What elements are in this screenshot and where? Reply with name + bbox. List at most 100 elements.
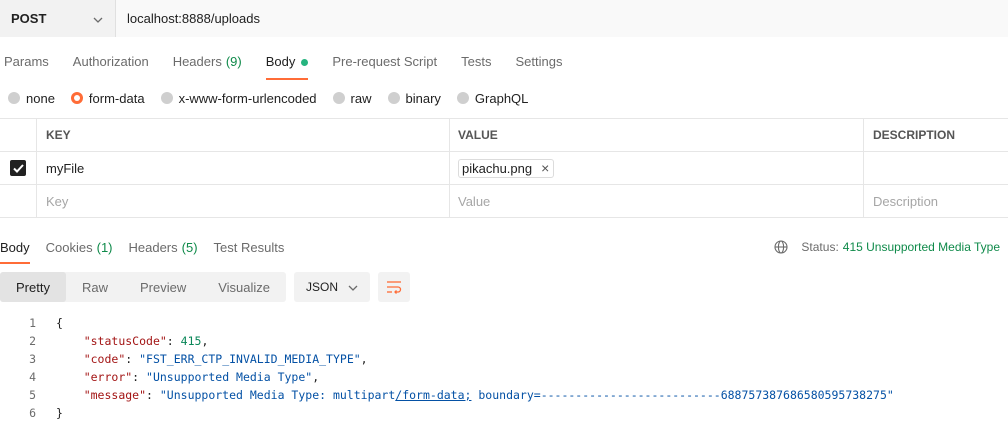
status-value[interactable]: 415 Unsupported Media Type [843, 240, 1000, 254]
line-content: "statusCode": 415, [83, 334, 209, 348]
tab-settings[interactable]: Settings [511, 50, 566, 80]
response-tabs: Body Cookies (1) Headers (5) Test Results [0, 236, 300, 264]
row-enabled-checkbox[interactable] [10, 160, 26, 176]
line-content: "code": "FST_ERR_CTP_INVALID_MEDIA_TYPE"… [83, 352, 368, 366]
radio-circle-checked [70, 92, 83, 104]
line-number: 2 [29, 334, 36, 348]
radio-label: GraphQL [474, 90, 529, 106]
row-key-field[interactable]: myFile [37, 152, 450, 184]
format-label: JSON [306, 280, 339, 294]
headers-count: (9) [225, 54, 242, 69]
form-data-table: KEY VALUE DESCRIPTION myFile pikachu.png… [0, 118, 1008, 218]
response-tab-test-results[interactable]: Test Results [214, 236, 285, 264]
code-line: 5 "message": "Unsupported Media Type: mu… [0, 386, 1008, 404]
tab-body[interactable]: Body [262, 50, 313, 80]
chevron-down-icon [93, 11, 103, 26]
globe-icon[interactable] [774, 240, 788, 254]
view-pretty-button[interactable]: Pretty [0, 272, 66, 302]
checkmark-icon [12, 163, 24, 173]
row-checkbox-cell [0, 152, 37, 184]
json-string: "FST_ERR_CTP_INVALID_MEDIA_TYPE" [139, 352, 361, 366]
radio-form-data[interactable]: form-data [70, 90, 145, 106]
response-tab-cookies[interactable]: Cookies (1) [46, 236, 113, 264]
tab-label: Authorization [72, 54, 149, 69]
tab-label: Test Results [213, 240, 285, 255]
close-icon[interactable]: × [541, 161, 549, 175]
tab-label: Settings [515, 54, 563, 69]
url-input[interactable]: localhost:8888/uploads [116, 0, 1008, 37]
headers-count: (5) [181, 240, 198, 255]
json-link[interactable]: /form-data; [395, 388, 471, 402]
header-description: DESCRIPTION [873, 128, 956, 142]
line-content: } [56, 406, 63, 420]
radio-raw[interactable]: raw [332, 91, 372, 106]
row-description-field[interactable] [864, 152, 1008, 184]
tab-tests[interactable]: Tests [457, 50, 495, 80]
json-number: 415 [180, 334, 202, 348]
radio-label: form-data [88, 90, 145, 106]
close-brace: } [56, 406, 63, 420]
tab-label: Headers [172, 54, 222, 69]
line-number: 4 [29, 370, 36, 384]
json-key: "code" [83, 352, 126, 366]
tab-label: Headers [128, 240, 178, 255]
radio-label: binary [405, 90, 441, 106]
tab-pre-request-script[interactable]: Pre-request Script [328, 50, 441, 80]
radio-label: x-www-form-urlencoded [178, 90, 317, 106]
line-number: 6 [29, 406, 36, 420]
code-line: 6 } [0, 404, 1008, 422]
tab-label: Tests [461, 54, 492, 69]
response-body-code[interactable]: 1 { 2 "statusCode": 415, 3 "code": "FST_… [0, 314, 1008, 422]
new-key-input[interactable]: Key [37, 185, 450, 217]
radio-graphql[interactable]: GraphQL [456, 90, 529, 106]
view-raw-button[interactable]: Raw [66, 272, 124, 302]
code-line: 2 "statusCode": 415, [0, 332, 1008, 350]
tab-label: Pre-request Script [332, 54, 438, 69]
view-visualize-button[interactable]: Visualize [202, 272, 286, 302]
response-toolbar: Pretty Raw Preview Visualize JSON [0, 272, 411, 302]
status-label: Status: [801, 240, 839, 254]
line-content: "error": "Unsupported Media Type", [83, 370, 320, 384]
tab-label: Cookies [45, 240, 93, 255]
tab-label: Params [4, 54, 49, 69]
radio-circle [387, 92, 400, 104]
cookies-count: (1) [96, 240, 113, 255]
json-key: "message" [83, 388, 147, 402]
new-row-checkbox-cell [0, 185, 37, 217]
response-tab-body[interactable]: Body [0, 236, 30, 264]
radio-circle [332, 92, 345, 104]
tab-params[interactable]: Params [0, 50, 53, 80]
header-key: KEY [37, 119, 450, 151]
open-brace: { [56, 316, 63, 330]
new-value-input[interactable]: Value [450, 185, 864, 217]
line-number: 5 [29, 388, 36, 402]
line-content: "message": "Unsupported Media Type: mult… [83, 388, 894, 402]
request-url-bar: POST localhost:8888/uploads [0, 0, 1008, 37]
table-row: myFile pikachu.png × [0, 152, 1008, 185]
radio-none[interactable]: none [8, 91, 55, 106]
code-line: 4 "error": "Unsupported Media Type", [0, 368, 1008, 386]
tab-headers[interactable]: Headers (9) [169, 50, 246, 80]
method-select[interactable]: POST [0, 0, 116, 37]
new-row: Key Value Description [0, 185, 1008, 218]
new-description-input[interactable]: Description [864, 185, 1008, 217]
response-tab-headers[interactable]: Headers (5) [129, 236, 198, 264]
view-preview-button[interactable]: Preview [124, 272, 202, 302]
radio-binary[interactable]: binary [387, 90, 441, 106]
file-name: pikachu.png [462, 160, 533, 176]
radio-circle [8, 92, 20, 104]
modified-dot-icon [301, 59, 309, 66]
radio-circle [456, 92, 469, 104]
line-number: 1 [29, 316, 36, 330]
code-line: 3 "code": "FST_ERR_CTP_INVALID_MEDIA_TYP… [0, 350, 1008, 368]
format-select[interactable]: JSON [294, 272, 371, 302]
line-number: 3 [29, 352, 36, 366]
table-header-row: KEY VALUE DESCRIPTION [0, 119, 1008, 152]
json-string: "Unsupported Media Type" [146, 370, 313, 384]
file-chip: pikachu.png × [458, 158, 555, 178]
json-key: "error" [83, 370, 133, 384]
row-value-field[interactable]: pikachu.png × [450, 152, 864, 184]
tab-authorization[interactable]: Authorization [69, 50, 153, 80]
wrap-lines-button[interactable] [378, 272, 411, 302]
radio-x-www-form-urlencoded[interactable]: x-www-form-urlencoded [160, 90, 317, 106]
